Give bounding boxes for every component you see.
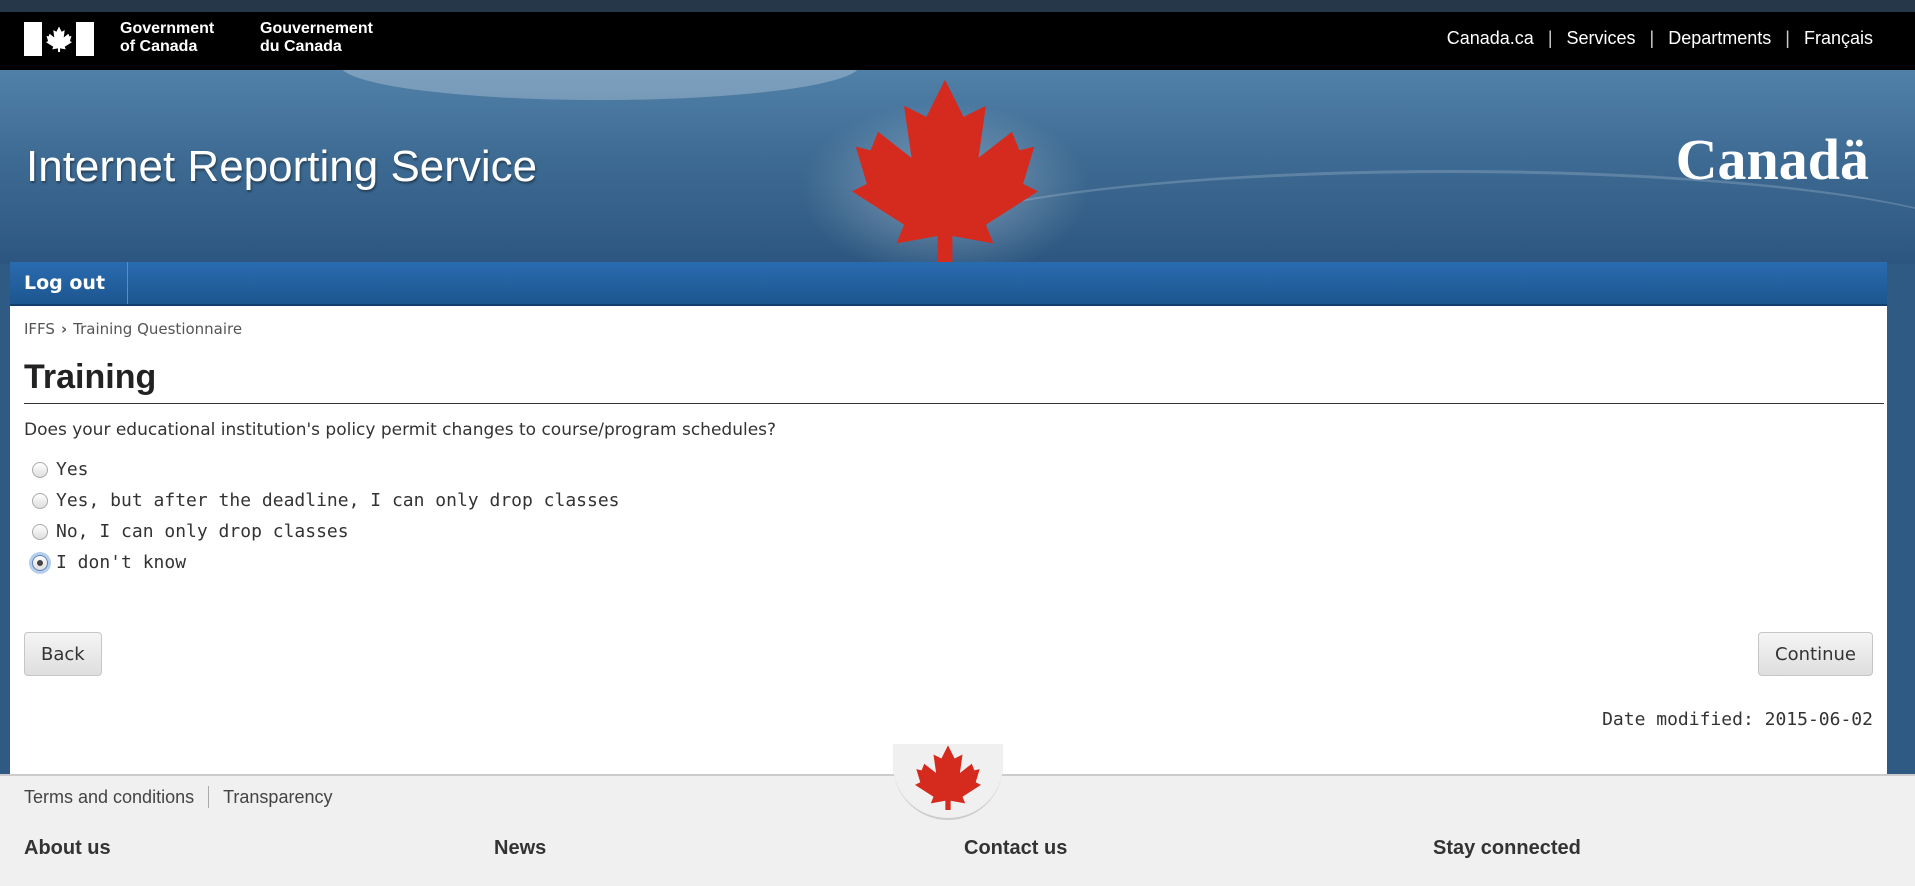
footer-links: Terms and conditions Transparency [24, 786, 332, 808]
breadcrumb: IFFS › Training Questionnaire [24, 320, 242, 338]
government-of-canada-label: Government of Canada [120, 20, 215, 55]
footer-stay-connected[interactable]: Stay connected [1433, 837, 1581, 860]
top-nav-links: Canada.ca | Services | Departments | Fra… [1447, 28, 1873, 49]
departments-link[interactable]: Departments [1668, 28, 1771, 49]
option-no-drop-only[interactable]: No, I can only drop classes [32, 516, 620, 547]
radio-button[interactable] [32, 461, 48, 478]
date-modified: Date modified: 2015-06-02 [1602, 709, 1873, 730]
back-button[interactable]: Back [24, 632, 102, 676]
footer-contact-us[interactable]: Contact us [964, 837, 1067, 860]
divider [208, 786, 210, 808]
francais-link[interactable]: Français [1804, 28, 1873, 49]
maple-leaf-icon [852, 79, 1038, 262]
federal-identity-bar: Government of Canada Gouvernement du Can… [0, 0, 1915, 70]
radio-button[interactable] [32, 492, 48, 509]
site-banner: Internet Reporting Service Canadä [0, 70, 1915, 264]
option-label: No, I can only drop classes [56, 521, 349, 542]
option-label: Yes [56, 459, 89, 480]
logout-button[interactable]: Log out [10, 262, 129, 304]
canada-ca-link[interactable]: Canada.ca [1447, 28, 1534, 49]
radio-button-selected[interactable] [32, 554, 48, 571]
terms-link[interactable]: Terms and conditions [24, 787, 194, 808]
divider: | [1785, 28, 1790, 48]
breadcrumb-home-link[interactable]: IFFS [24, 320, 55, 338]
continue-button[interactable]: Continue [1758, 632, 1873, 676]
footer-about-us[interactable]: About us [24, 837, 111, 860]
option-dont-know[interactable]: I don't know [32, 547, 620, 578]
canada-wordmark: Canadä [1675, 127, 1869, 192]
menu-bar: Log out [10, 262, 1887, 306]
main-content: IFFS › Training Questionnaire Training Doe… [10, 306, 1887, 774]
option-label: Yes, but after the deadline, I can only … [56, 490, 620, 511]
canada-flag-icon [24, 22, 94, 56]
breadcrumb-current: Training Questionnaire [73, 320, 243, 338]
gouvernement-du-canada-label: Gouvernement du Canada [260, 20, 373, 55]
page-title: Training [24, 358, 1884, 404]
option-yes[interactable]: Yes [32, 454, 620, 485]
breadcrumb-separator-icon: › [60, 320, 68, 338]
transparency-link[interactable]: Transparency [223, 787, 332, 808]
divider: | [1649, 28, 1655, 48]
maple-leaf-icon [915, 745, 981, 810]
radio-button[interactable] [32, 523, 48, 540]
question-text: Does your educational institution's poli… [24, 420, 777, 440]
site-footer: Terms and conditions Transparency About … [0, 744, 1915, 886]
option-yes-drop-after-deadline[interactable]: Yes, but after the deadline, I can only … [32, 485, 620, 516]
answer-radio-group: Yes Yes, but after the deadline, I can o… [32, 454, 620, 578]
footer-news[interactable]: News [494, 837, 546, 860]
site-title: Internet Reporting Service [26, 142, 538, 191]
services-link[interactable]: Services [1567, 28, 1636, 49]
divider: | [1547, 28, 1553, 48]
footer-leaf-badge [893, 744, 1003, 820]
option-label: I don't know [56, 552, 187, 573]
